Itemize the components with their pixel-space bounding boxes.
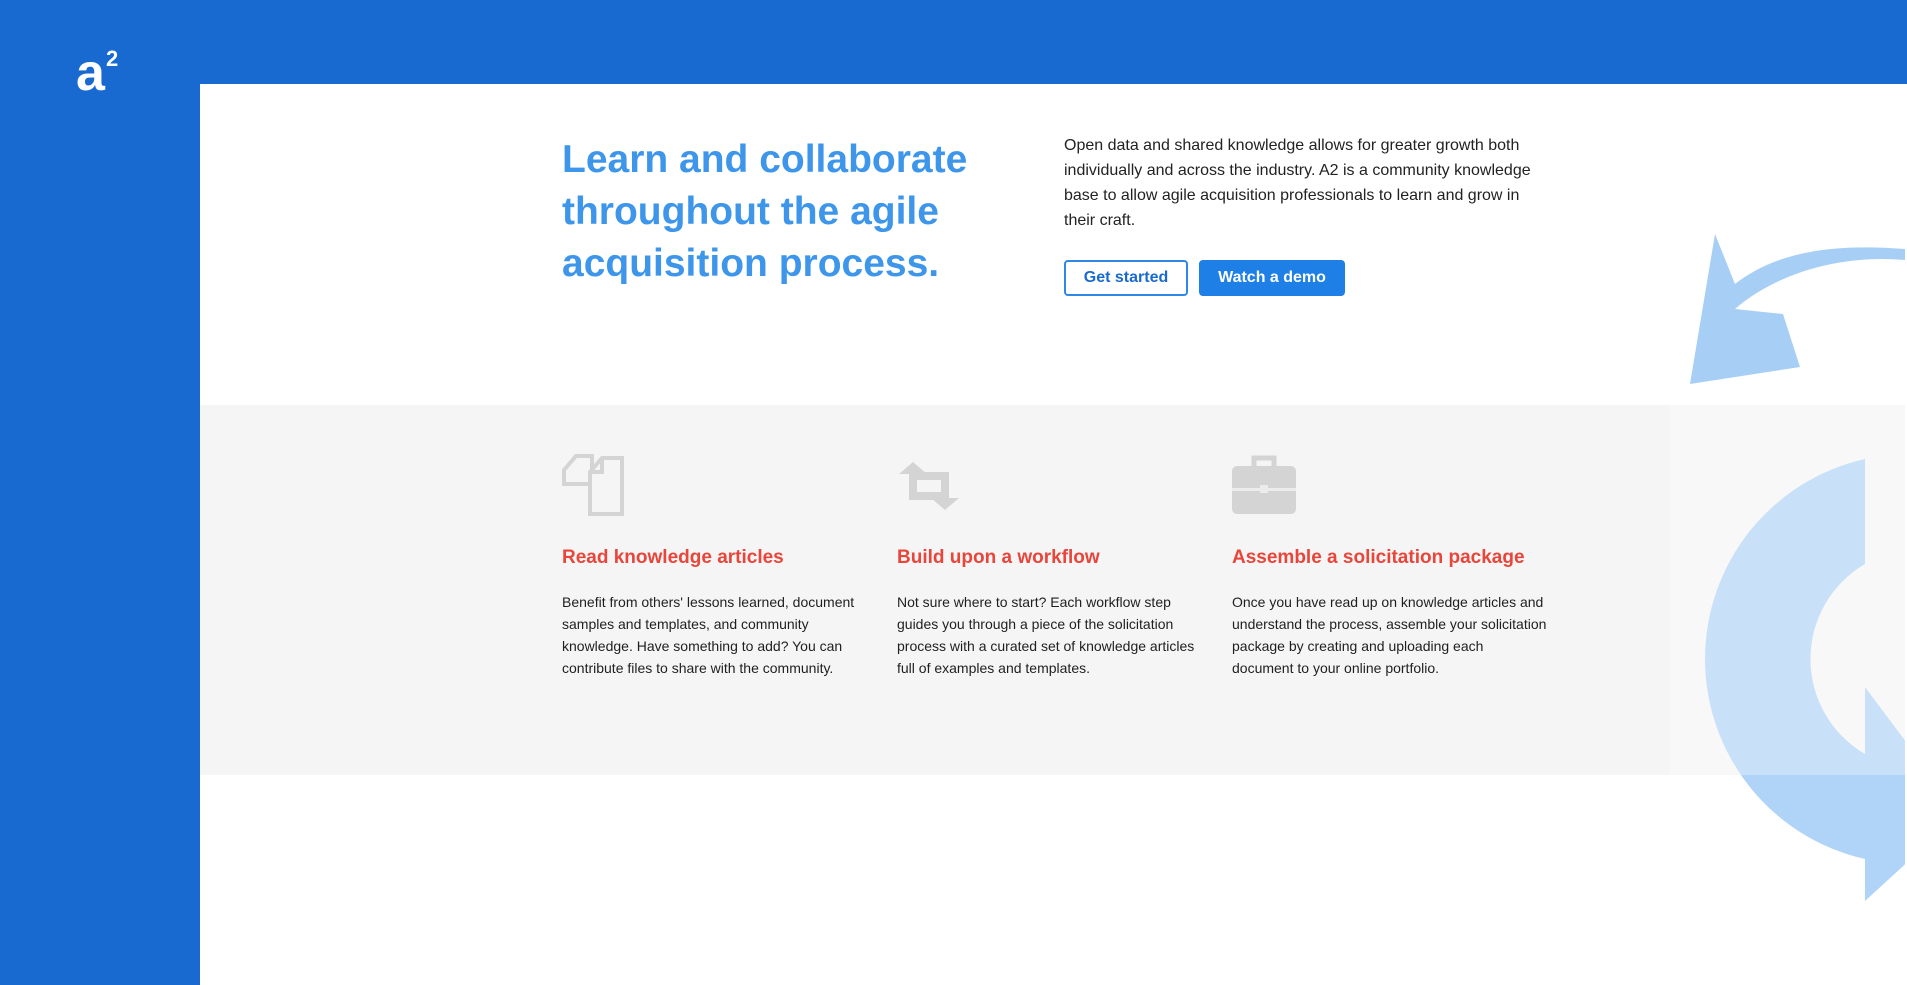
- feature-body: Benefit from others' lessons learned, do…: [562, 594, 855, 676]
- workflow-icon: [899, 462, 959, 510]
- watch-demo-button[interactable]: Watch a demo: [1199, 260, 1345, 296]
- top-bar: [0, 0, 1907, 84]
- briefcase-icon: [1232, 455, 1296, 514]
- documents-icon: [562, 454, 624, 516]
- feature-body: Once you have read up on knowledge artic…: [1232, 594, 1547, 676]
- feature-title: Read knowledge articles: [562, 547, 784, 568]
- hero-headline: Learn and collaborate throughout the agi…: [562, 138, 968, 285]
- feature-title: Assemble a solicitation package: [1232, 547, 1525, 568]
- cycle-arrows-decoration: [1670, 234, 1905, 901]
- sidebar: [0, 0, 200, 985]
- hero-intro: Open data and shared knowledge allows fo…: [1064, 137, 1531, 229]
- logo-superscript: 2: [106, 46, 119, 71]
- logo-letter: a: [76, 44, 105, 102]
- get-started-button[interactable]: Get started: [1064, 260, 1188, 296]
- feature-body: Not sure where to start? Each workflow s…: [897, 594, 1195, 676]
- main-content: Learn and collaborate throughout the agi…: [200, 84, 1905, 985]
- feature-title: Build upon a workflow: [897, 547, 1100, 568]
- band-light-overlay: [1670, 405, 1905, 775]
- a2-logo[interactable]: a 2: [76, 44, 128, 102]
- upper-arrow-shape: [1690, 234, 1905, 384]
